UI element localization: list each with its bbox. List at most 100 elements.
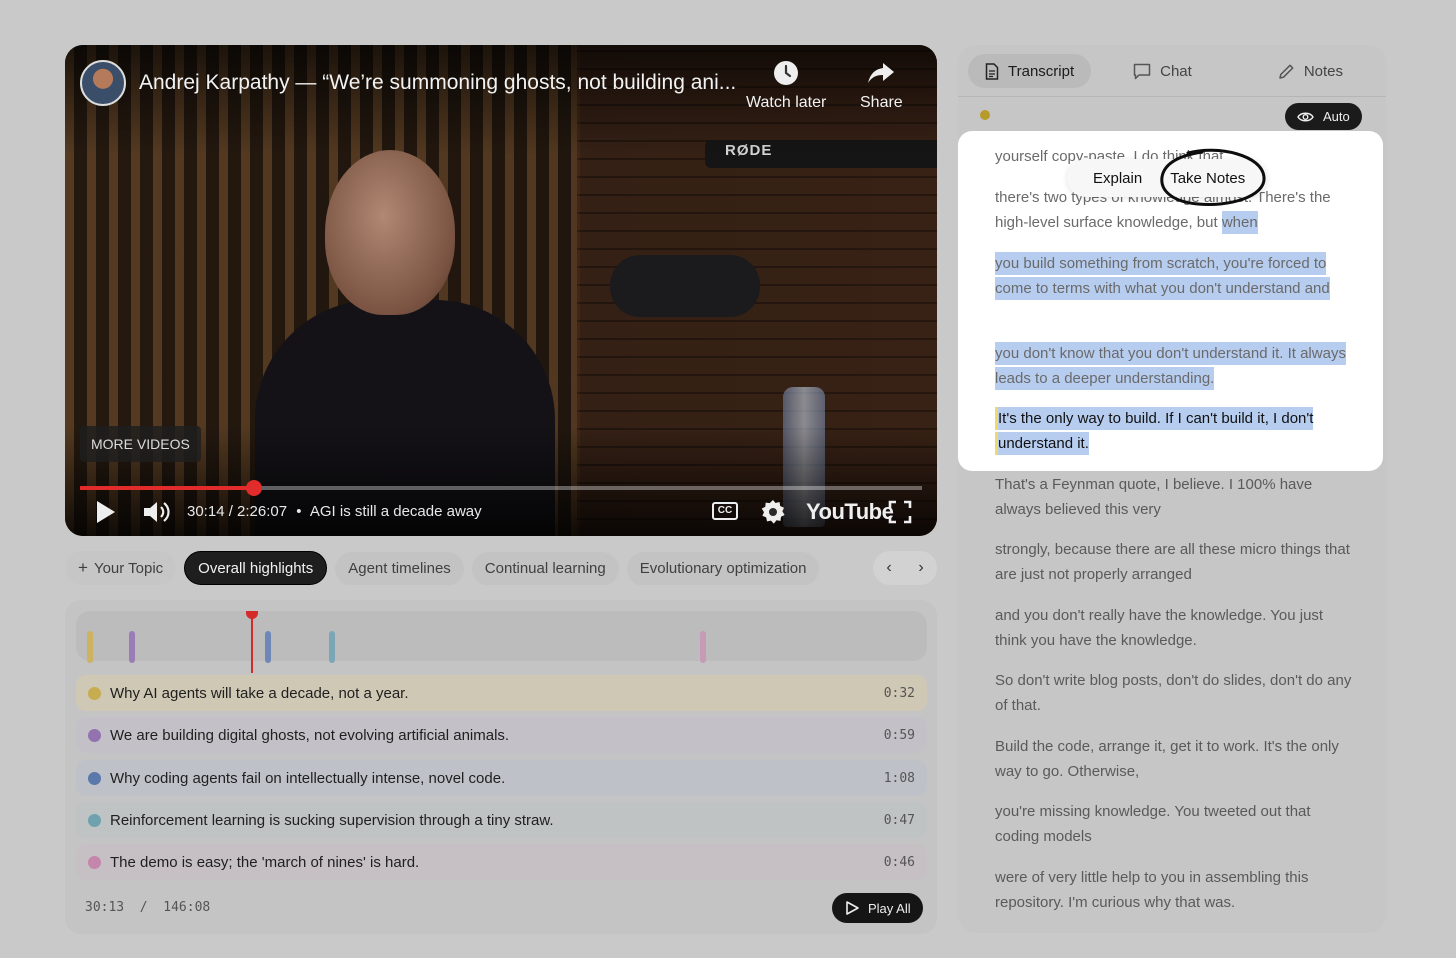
selected-text[interactable]: you don't know that you don't understand… bbox=[995, 342, 1346, 390]
transcript-paragraph[interactable]: strongly, because there are all these mi… bbox=[995, 538, 1355, 587]
transcript-paragraph[interactable]: Build the code, arrange it, get it to wo… bbox=[995, 735, 1355, 784]
watch-later-label: Watch later bbox=[746, 94, 827, 111]
highlight-color-dot bbox=[88, 771, 101, 785]
time-display: 30:14 / 2:26:07 bbox=[187, 503, 288, 520]
fullscreen-icon bbox=[888, 500, 912, 524]
play-icon bbox=[97, 501, 115, 523]
selected-text[interactable]: you build something from scratch, you're… bbox=[995, 252, 1330, 300]
tab-transcript-label: Transcript bbox=[1008, 62, 1075, 80]
share-button[interactable]: Share bbox=[860, 60, 903, 112]
transcript-paragraph[interactable]: and you don't really have the knowledge.… bbox=[995, 604, 1355, 653]
highlight-duration: 0:47 bbox=[883, 812, 915, 828]
panel-tabs: Transcript Chat Notes bbox=[968, 54, 1378, 88]
chapter-separator: • bbox=[296, 503, 302, 520]
clock-icon bbox=[774, 61, 799, 85]
selected-text[interactable]: when bbox=[1221, 210, 1258, 234]
transcript-paragraph[interactable]: you're missing knowledge. You tweeted ou… bbox=[995, 800, 1355, 849]
transcript-paragraph[interactable]: So don't write blog posts, don't do slid… bbox=[995, 669, 1355, 718]
tab-notes-label: Notes bbox=[1303, 62, 1343, 80]
timeline-highlight-mark[interactable] bbox=[264, 631, 271, 663]
highlight-row[interactable]: We are building digital ghosts, not evol… bbox=[76, 717, 927, 753]
highlight-color-dot bbox=[88, 728, 101, 742]
progress-scrubber[interactable] bbox=[245, 480, 262, 496]
chevron-right-icon[interactable]: › bbox=[918, 559, 923, 577]
timeline-playhead[interactable] bbox=[246, 611, 259, 673]
video-title[interactable]: Andrej Karpathy — “We’re summoning ghost… bbox=[139, 71, 739, 95]
play-button[interactable] bbox=[94, 498, 118, 531]
eye-icon bbox=[1297, 112, 1314, 121]
more-videos-button[interactable]: MORE VIDEOS bbox=[80, 426, 201, 462]
video-progress-bar[interactable] bbox=[80, 480, 922, 496]
highlight-duration: 0:59 bbox=[883, 727, 915, 743]
transcript-paragraph[interactable]: you don't know that you don't understand… bbox=[995, 342, 1355, 391]
volume-icon bbox=[144, 502, 170, 522]
transcript-paragraph[interactable]: were of very little help to you in assem… bbox=[995, 866, 1355, 915]
highlight-text: Why AI agents will take a decade, not a … bbox=[110, 684, 409, 702]
highlight-row[interactable]: Why coding agents fail on intellectually… bbox=[76, 760, 927, 796]
explain-button[interactable]: Explain bbox=[1067, 170, 1156, 187]
transcript-paragraph[interactable]: you build something from scratch, you're… bbox=[995, 252, 1355, 301]
highlight-duration: 0:46 bbox=[883, 854, 915, 870]
highlights-timeline[interactable] bbox=[76, 611, 927, 673]
tab-transcript[interactable]: Transcript bbox=[968, 54, 1092, 88]
highlights-panel: Why AI agents will take a decade, not a … bbox=[65, 600, 937, 934]
pencil-icon bbox=[1279, 64, 1294, 79]
auto-label: Auto bbox=[1323, 109, 1350, 124]
youtube-logo[interactable]: YouTube bbox=[806, 499, 894, 525]
highlight-text: Reinforcement learning is sucking superv… bbox=[110, 811, 554, 829]
chat-bubble-icon bbox=[1133, 63, 1151, 79]
tabs-divider bbox=[958, 96, 1386, 97]
channel-avatar[interactable] bbox=[80, 60, 126, 106]
watch-later-button[interactable]: Watch later bbox=[746, 60, 826, 112]
highlight-text: Why coding agents fail on intellectually… bbox=[110, 769, 506, 787]
hand-drawn-circle-annotation bbox=[1160, 148, 1266, 207]
highlight-text: We are building digital ghosts, not evol… bbox=[110, 726, 510, 744]
chip-continual-learning[interactable]: Continual learning bbox=[471, 552, 619, 585]
tab-notes[interactable]: Notes bbox=[1261, 54, 1360, 88]
play-all-button[interactable]: Play All bbox=[832, 893, 923, 923]
highlight-row[interactable]: Reinforcement learning is sucking superv… bbox=[76, 802, 927, 838]
fullscreen-button[interactable] bbox=[888, 498, 912, 531]
highlight-row[interactable]: The demo is easy; the 'march of nines' i… bbox=[76, 844, 927, 880]
current-sentence-selected[interactable]: It's the only way to build. If I can't b… bbox=[995, 407, 1314, 455]
add-topic-chip[interactable]: + Your Topic bbox=[65, 551, 177, 585]
chevron-left-icon[interactable]: ‹ bbox=[886, 559, 891, 577]
highlight-color-dot bbox=[88, 855, 101, 869]
transcript-paragraph[interactable]: It's the only way to build. If I can't b… bbox=[995, 407, 1355, 456]
timeline-highlight-mark[interactable] bbox=[128, 631, 135, 663]
time-and-chapter: 30:14 / 2:26:07 • AGI is still a decade … bbox=[187, 503, 482, 520]
play-outline-icon bbox=[846, 901, 859, 915]
live-status-dot bbox=[980, 110, 990, 120]
highlight-duration: 1:08 bbox=[883, 770, 915, 786]
highlights-playback-time: 30:13 / 146:08 bbox=[85, 900, 211, 915]
plus-icon: + bbox=[78, 558, 88, 577]
highlight-color-dot bbox=[88, 686, 101, 700]
tab-chat-label: Chat bbox=[1160, 62, 1192, 80]
transcript-paragraph[interactable]: That's a Feynman quote, I believe. I 100… bbox=[995, 473, 1355, 522]
highlight-text: The demo is easy; the 'march of nines' i… bbox=[110, 853, 420, 871]
captions-button[interactable]: CC bbox=[712, 502, 738, 520]
chip-overall-highlights[interactable]: Overall highlights bbox=[184, 551, 328, 585]
progress-played bbox=[80, 486, 254, 490]
timeline-highlight-mark[interactable] bbox=[328, 631, 335, 663]
video-player[interactable]: RØDE bbox=[65, 45, 937, 536]
volume-button[interactable] bbox=[142, 498, 172, 531]
chip-evolutionary-optimization[interactable]: Evolutionary optimization bbox=[626, 552, 820, 585]
tab-chat[interactable]: Chat bbox=[1116, 54, 1209, 88]
share-label: Share bbox=[860, 94, 903, 111]
auto-scroll-toggle[interactable]: Auto bbox=[1285, 103, 1362, 130]
add-topic-label: Your Topic bbox=[93, 560, 164, 577]
chip-scroll-controls: ‹ › bbox=[873, 551, 937, 585]
highlight-duration: 0:32 bbox=[883, 685, 915, 701]
microphone bbox=[610, 255, 760, 317]
settings-button[interactable] bbox=[760, 498, 786, 531]
gear-icon bbox=[761, 500, 785, 524]
timeline-highlight-mark[interactable] bbox=[699, 631, 706, 663]
timeline-highlight-mark[interactable] bbox=[87, 631, 94, 663]
play-all-label: Play All bbox=[868, 900, 911, 916]
chapter-title[interactable]: AGI is still a decade away bbox=[310, 503, 482, 520]
chip-agent-timelines[interactable]: Agent timelines bbox=[335, 552, 464, 585]
highlight-row[interactable]: Why AI agents will take a decade, not a … bbox=[76, 675, 927, 711]
highlight-color-dot bbox=[88, 813, 101, 827]
share-arrow-icon bbox=[868, 63, 895, 83]
